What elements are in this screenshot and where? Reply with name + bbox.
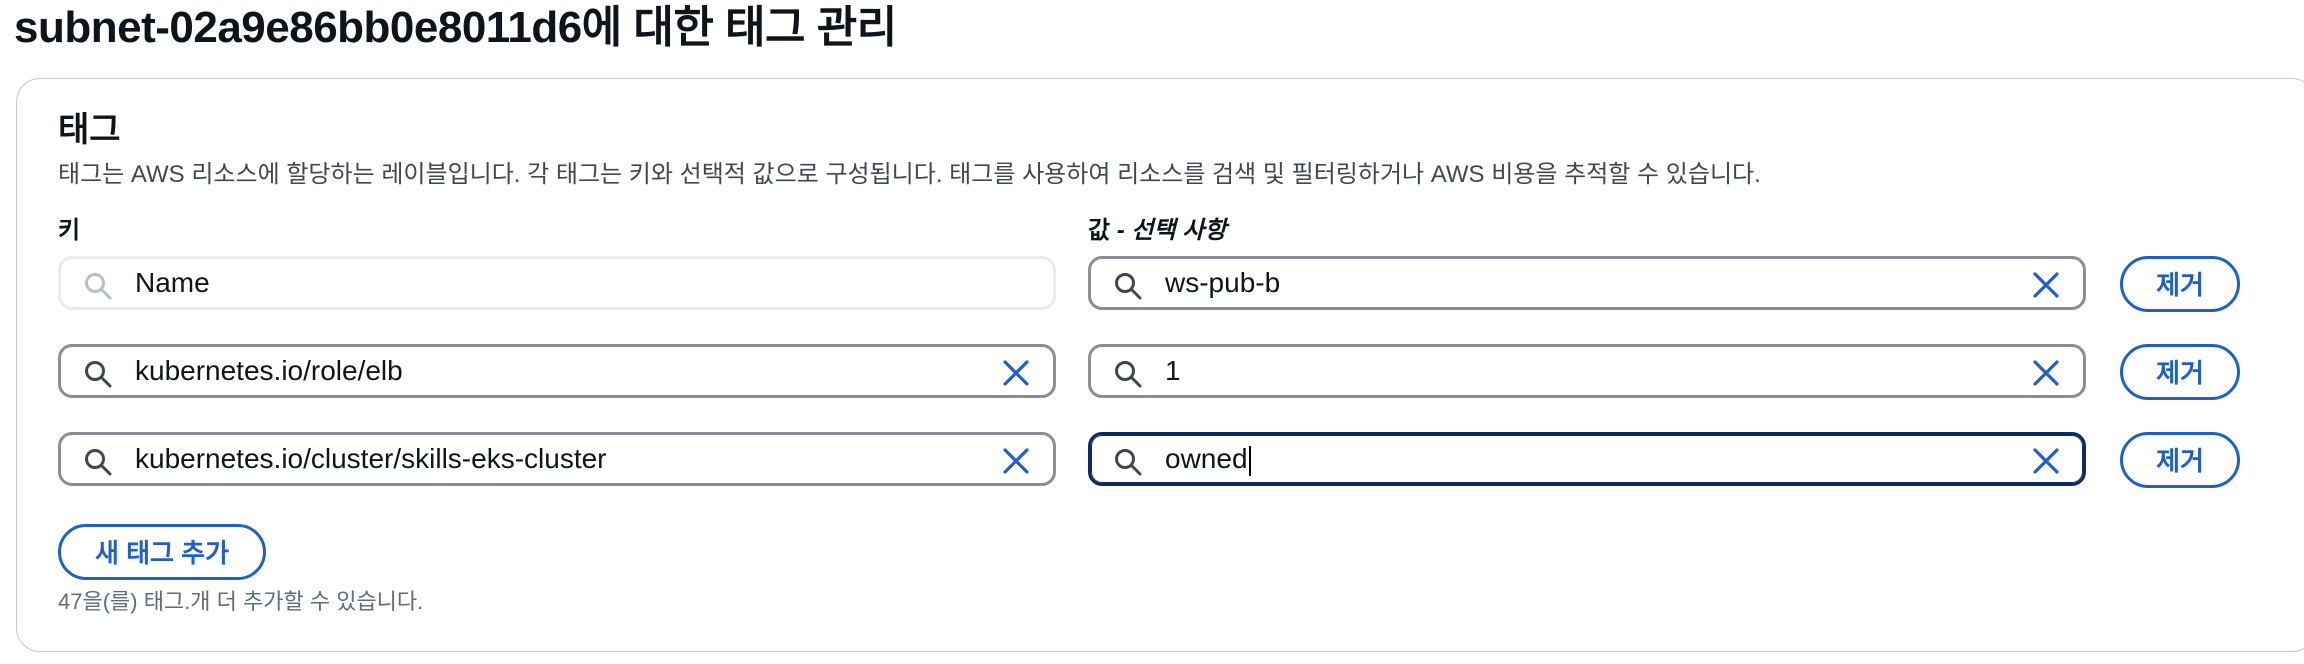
section-title: 태그 [58, 111, 121, 149]
tag-value-text: owned [1165, 443, 1248, 474]
tag-key-value: kubernetes.io/role/elb [135, 355, 403, 386]
close-icon[interactable] [1001, 358, 1031, 388]
tag-key-field[interactable]: kubernetes.io/role/elb [58, 344, 1056, 398]
close-icon[interactable] [2031, 446, 2061, 476]
search-icon [1115, 449, 1142, 476]
value-label-main: 값 [1088, 217, 1111, 244]
close-icon[interactable] [2031, 270, 2061, 300]
page-title: subnet-02a9e86bb0e8011d6에 대한 태그 관리 [14, 3, 897, 52]
tag-value-field[interactable]: ws-pub-b [1088, 256, 2086, 310]
remove-tag-button[interactable]: 제거 [2120, 432, 2240, 488]
close-icon[interactable] [1001, 446, 1031, 476]
value-column-label: 값 - 선택 사항 [1088, 216, 1226, 246]
tag-key-field[interactable]: kubernetes.io/cluster/skills-eks-cluster [58, 432, 1056, 486]
search-icon [1115, 361, 1142, 388]
tag-key-field-name[interactable]: Name [58, 256, 1056, 310]
close-icon[interactable] [2031, 358, 2061, 388]
value-label-optional: - 선택 사항 [1110, 217, 1227, 244]
text-caret [1248, 445, 1251, 476]
tag-value-field-focused[interactable]: owned [1088, 432, 2086, 486]
remove-tag-button[interactable]: 제거 [2120, 344, 2240, 400]
search-icon [1115, 273, 1142, 300]
search-icon [85, 273, 112, 300]
search-icon [85, 449, 112, 476]
tag-value-text: ws-pub-b [1165, 267, 1281, 298]
remove-tag-button[interactable]: 제거 [2120, 256, 2240, 312]
tag-key-value: Name [135, 267, 210, 298]
section-description: 태그는 AWS 리소스에 할당하는 레이블입니다. 각 태그는 키와 선택적 값… [58, 161, 1761, 188]
tag-value-input[interactable]: owned [1165, 435, 1251, 483]
tag-limit-note: 47을(를) 태그.개 더 추가할 수 있습니다. [58, 589, 424, 614]
tag-value-field[interactable]: 1 [1088, 344, 2086, 398]
add-new-tag-button[interactable]: 새 태그 추가 [58, 524, 266, 580]
tag-key-value: kubernetes.io/cluster/skills-eks-cluster [135, 443, 607, 474]
tag-value-text: 1 [1165, 355, 1181, 386]
key-column-label: 키 [58, 217, 81, 244]
search-icon [85, 361, 112, 388]
